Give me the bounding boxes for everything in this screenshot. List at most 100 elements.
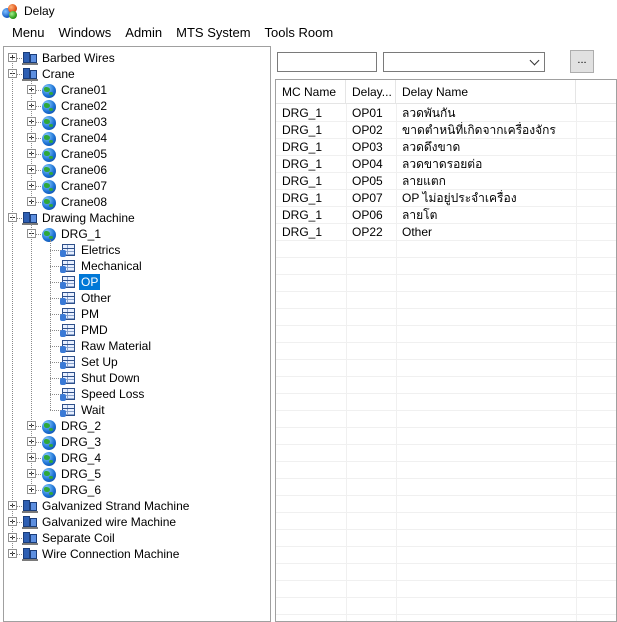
globe-icon xyxy=(41,115,57,131)
grid-header: MC Name Delay... Delay Name xyxy=(276,80,616,104)
delay-category-icon xyxy=(60,291,76,305)
tree-node-label[interactable]: DRG_3 xyxy=(59,434,103,450)
filter-select[interactable] xyxy=(383,52,545,72)
menu-item-tools-room[interactable]: Tools Room xyxy=(259,23,340,43)
tree-node-label[interactable]: Mechanical xyxy=(79,258,144,274)
tree-node-label[interactable]: Raw Material xyxy=(79,338,153,354)
tree-node-label[interactable]: Crane02 xyxy=(59,98,109,114)
table-row[interactable]: DRG_1 OP01 ลวดพันกัน xyxy=(276,105,616,122)
tree-node-label[interactable]: Crane07 xyxy=(59,178,109,194)
tree-node-label[interactable]: Speed Loss xyxy=(79,386,146,402)
cell-delay-code: OP06 xyxy=(352,208,383,222)
globe-icon xyxy=(41,131,57,147)
tree-node-label[interactable]: Crane03 xyxy=(59,114,109,130)
tree-node-label[interactable]: OP xyxy=(79,274,101,290)
table-row[interactable]: DRG_1 OP07 OP ไม่อยู่ประจำเครื่อง xyxy=(276,190,616,207)
cell-mc-name: DRG_1 xyxy=(282,208,323,222)
cell-mc-name: DRG_1 xyxy=(282,140,323,154)
table-row[interactable]: DRG_1 OP03 ลวดดึงขาด xyxy=(276,139,616,156)
tree-node-label[interactable]: PM xyxy=(79,306,101,322)
machine-group-icon xyxy=(22,531,38,545)
tree-node-label[interactable]: Crane06 xyxy=(59,162,109,178)
window-title: Delay xyxy=(24,3,55,18)
tree-node-label[interactable]: Crane01 xyxy=(59,82,109,98)
globe-icon xyxy=(41,227,57,243)
tree-node-label[interactable]: Other xyxy=(79,290,113,306)
delay-category-icon xyxy=(60,259,76,273)
globe-icon xyxy=(41,195,57,211)
tree-node-label[interactable]: Barbed Wires xyxy=(40,50,117,66)
tree-node-label[interactable]: Shut Down xyxy=(79,370,142,386)
tree-node-label[interactable]: Galvanized wire Machine xyxy=(40,514,178,530)
delay-grid[interactable]: MC Name Delay... Delay Name DRG_1 OP01 ลวด… xyxy=(275,79,617,622)
table-row[interactable]: DRG_1 OP02 ขาดตำหนิที่เกิดจากเครื่องจักร xyxy=(276,122,616,139)
delay-category-icon xyxy=(60,323,76,337)
globe-icon xyxy=(41,179,57,195)
tree-node-label[interactable]: Drawing Machine xyxy=(40,210,137,226)
delay-category-icon xyxy=(60,403,76,417)
tree-node-label[interactable]: Crane04 xyxy=(59,130,109,146)
table-row[interactable]: DRG_1 OP04 ลวดขาดรอยต่อ xyxy=(276,156,616,173)
cell-delay-name: OP ไม่อยู่ประจำเครื่อง xyxy=(402,191,517,205)
globe-icon xyxy=(41,483,57,499)
tree-node-label[interactable]: Crane08 xyxy=(59,194,109,210)
tree-node-label[interactable]: PMD xyxy=(79,322,110,338)
tree-node-label[interactable]: Eletrics xyxy=(79,242,122,258)
chevron-down-icon[interactable] xyxy=(529,55,540,66)
globe-icon xyxy=(41,147,57,163)
tree-node-label[interactable]: Separate Coil xyxy=(40,530,117,546)
tree-node-label[interactable]: Wait xyxy=(79,402,107,418)
cell-mc-name: DRG_1 xyxy=(282,225,323,239)
filter-input[interactable] xyxy=(277,52,377,72)
tree-node-label[interactable]: DRG_5 xyxy=(59,466,103,482)
machine-tree[interactable]: Barbed Wires Crane Crane01 Crane02 Crane03 Cr… xyxy=(3,46,271,622)
cell-delay-name: Other xyxy=(402,225,433,239)
tree-node-label[interactable]: DRG_4 xyxy=(59,450,103,466)
machine-group-icon xyxy=(22,515,38,529)
menu-item-menu[interactable]: Menu xyxy=(6,23,51,43)
cell-delay-name: ลวดพันกัน xyxy=(402,106,456,120)
machine-group-icon xyxy=(22,67,38,81)
tree-node-label[interactable]: DRG_6 xyxy=(59,482,103,498)
cell-delay-code: OP01 xyxy=(352,106,383,120)
globe-icon xyxy=(41,435,57,451)
tree-node-label[interactable]: Crane05 xyxy=(59,146,109,162)
cell-delay-code: OP22 xyxy=(352,225,383,239)
delay-category-icon xyxy=(60,275,76,289)
table-row[interactable]: DRG_1 OP22 Other xyxy=(276,224,616,241)
column-header-mc-name[interactable]: MC Name xyxy=(276,80,346,104)
delay-category-icon xyxy=(60,355,76,369)
tree-node-label[interactable]: Set Up xyxy=(79,354,120,370)
tree-node-label[interactable]: Galvanized Strand Machine xyxy=(40,498,191,514)
title-bar: Delay xyxy=(0,0,617,21)
globe-icon xyxy=(41,83,57,99)
cell-delay-code: OP02 xyxy=(352,123,383,137)
table-row[interactable]: DRG_1 OP05 ลายแตก xyxy=(276,173,616,190)
globe-icon xyxy=(41,451,57,467)
cell-delay-name: ลายโต xyxy=(402,208,438,222)
cell-mc-name: DRG_1 xyxy=(282,191,323,205)
delay-category-icon xyxy=(60,387,76,401)
tree-node-label[interactable]: DRG_2 xyxy=(59,418,103,434)
cell-mc-name: DRG_1 xyxy=(282,123,323,137)
tree-node-label[interactable]: Crane xyxy=(40,66,77,82)
cell-delay-code: OP03 xyxy=(352,140,383,154)
browse-button[interactable]: ... xyxy=(570,50,594,73)
tree-node-label[interactable]: DRG_1 xyxy=(59,226,103,242)
table-row[interactable]: DRG_1 OP06 ลายโต xyxy=(276,207,616,224)
menu-item-admin[interactable]: Admin xyxy=(119,23,168,43)
delay-category-icon xyxy=(60,339,76,353)
column-header-delay-name[interactable]: Delay Name xyxy=(396,80,576,104)
delay-category-icon xyxy=(60,243,76,257)
menu-item-windows[interactable]: Windows xyxy=(53,23,118,43)
cell-delay-name: ลวดดึงขาด xyxy=(402,140,461,154)
globe-icon xyxy=(41,99,57,115)
tree-node-label[interactable]: Wire Connection Machine xyxy=(40,546,181,562)
delay-category-icon xyxy=(60,371,76,385)
cell-delay-name: ลวดขาดรอยต่อ xyxy=(402,157,483,171)
menu-item-mts-system[interactable]: MTS System xyxy=(170,23,256,43)
column-header-delay-code[interactable]: Delay... xyxy=(346,80,396,104)
cell-delay-code: OP04 xyxy=(352,157,383,171)
cell-mc-name: DRG_1 xyxy=(282,157,323,171)
globe-icon xyxy=(41,163,57,179)
